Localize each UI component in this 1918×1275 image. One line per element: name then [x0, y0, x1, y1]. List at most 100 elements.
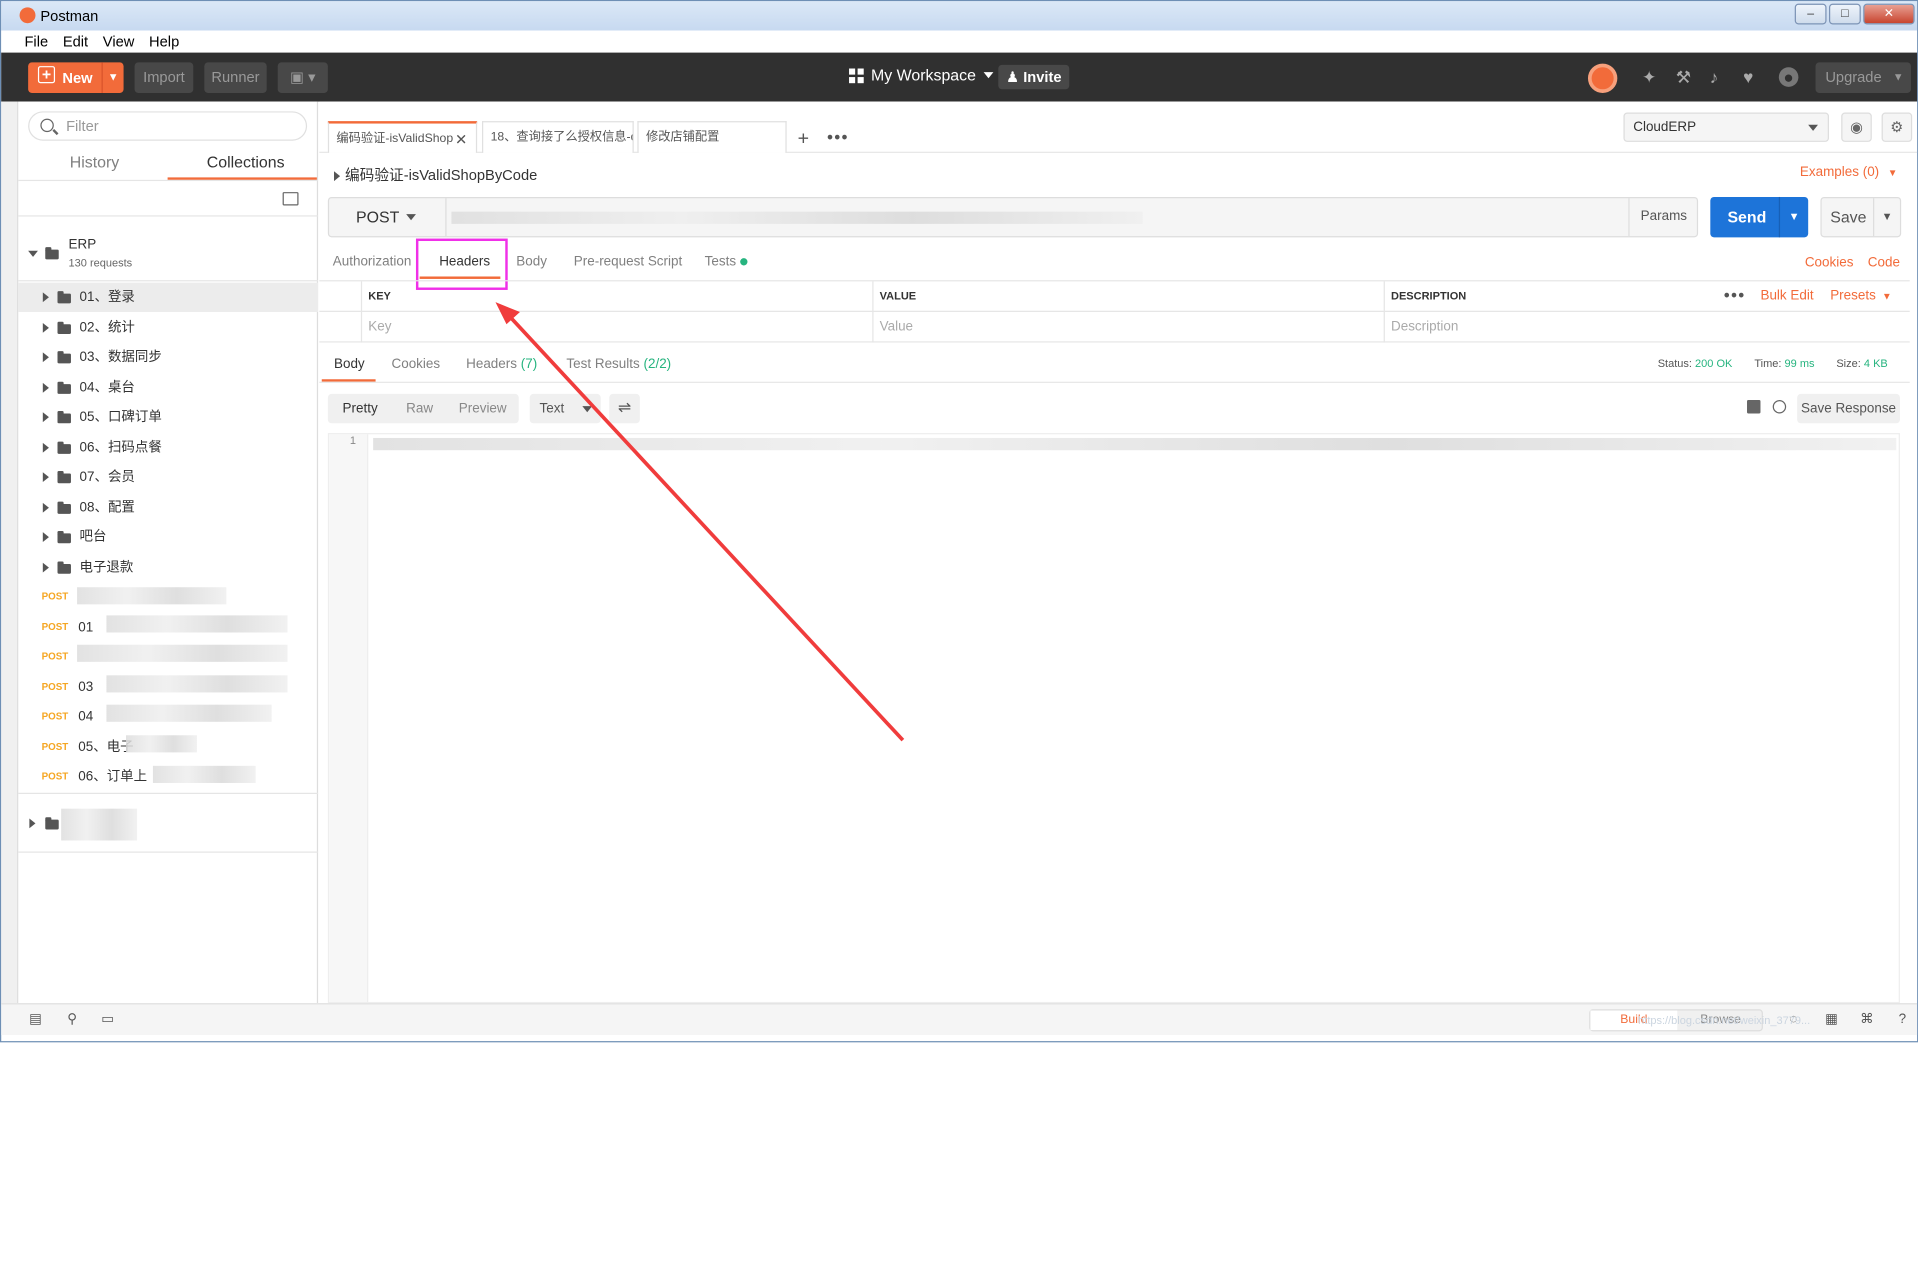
- redacted-response-body: [373, 437, 1897, 451]
- sync-status-icon[interactable]: [1587, 63, 1618, 93]
- menu-edit[interactable]: Edit: [63, 31, 88, 53]
- value-input[interactable]: Value: [872, 311, 1383, 343]
- examples-dropdown[interactable]: Examples (0) ▼: [1800, 165, 1898, 180]
- new-collection-icon[interactable]: [282, 192, 299, 206]
- search-icon[interactable]: [1772, 400, 1787, 414]
- request-name[interactable]: 编码验证-isValidShopByCode: [333, 164, 537, 185]
- url-input[interactable]: [451, 211, 1143, 224]
- send-dropdown-caret-icon[interactable]: ▼: [1778, 196, 1808, 238]
- request-tab[interactable]: 18、查询接了么授权信息-qu: [482, 121, 634, 153]
- folder-item[interactable]: 02、统计: [18, 313, 318, 342]
- format-raw[interactable]: Raw: [406, 394, 433, 423]
- response-editor[interactable]: 1: [327, 433, 1900, 1004]
- code-link[interactable]: Code: [1868, 256, 1900, 271]
- two-pane-view-icon[interactable]: ▦: [1823, 1012, 1840, 1028]
- tab-authorization[interactable]: Authorization: [333, 254, 412, 269]
- response-time: Time: 99 ms: [1754, 357, 1815, 370]
- heart-icon[interactable]: ♥: [1738, 67, 1758, 87]
- description-input[interactable]: Description: [1383, 311, 1910, 343]
- find-icon[interactable]: ⚲: [64, 1012, 81, 1028]
- presets-dropdown[interactable]: Presets ▼: [1830, 281, 1891, 312]
- satellite-icon[interactable]: ✦: [1639, 67, 1659, 87]
- environment-select[interactable]: CloudERP: [1623, 112, 1829, 142]
- new-window-button[interactable]: ▣ ▾: [277, 62, 328, 93]
- save-response-button[interactable]: Save Response: [1797, 393, 1900, 424]
- folder-icon: [57, 411, 71, 424]
- avatar[interactable]: ●: [1778, 67, 1799, 87]
- folder-item[interactable]: 05、口碑订单: [18, 402, 318, 431]
- folder-item[interactable]: 06、扫码点餐: [18, 433, 318, 462]
- text-format-select[interactable]: Text: [529, 393, 601, 424]
- send-button[interactable]: Send ▼: [1710, 196, 1809, 238]
- maximize-button[interactable]: □: [1828, 3, 1861, 25]
- params-button[interactable]: Params: [1628, 198, 1698, 237]
- filter-input[interactable]: Filter: [28, 111, 308, 141]
- close-button[interactable]: ✕: [1863, 3, 1915, 25]
- console-icon[interactable]: ▭: [99, 1012, 116, 1028]
- bulk-edit-link[interactable]: Bulk Edit: [1760, 281, 1813, 312]
- response-tab-headers[interactable]: Headers (7): [466, 357, 537, 372]
- folder-icon: [45, 817, 59, 830]
- folder-item[interactable]: 03、数据同步: [18, 343, 318, 372]
- tab-tests[interactable]: Tests: [705, 254, 748, 269]
- close-icon[interactable]: ✕: [455, 124, 467, 153]
- response-tab-cookies[interactable]: Cookies: [391, 357, 440, 372]
- tab-pre-request-script[interactable]: Pre-request Script: [574, 254, 682, 269]
- title-bar: Postman – □ ✕: [1, 1, 1918, 31]
- method-select[interactable]: POST: [329, 198, 447, 237]
- folder-item[interactable]: 04、桌台: [18, 373, 318, 402]
- tab-body[interactable]: Body: [516, 254, 547, 269]
- keyboard-shortcuts-icon[interactable]: ⌘: [1858, 1012, 1875, 1028]
- upgrade-button[interactable]: Upgrade ▼: [1815, 62, 1911, 93]
- more-options-icon[interactable]: •••: [1724, 281, 1746, 308]
- menu-file[interactable]: File: [24, 31, 48, 53]
- sidebar: Filter History Collections ERP 130 reque…: [18, 101, 319, 1004]
- tab-collections[interactable]: Collections: [207, 153, 285, 171]
- collection-erp[interactable]: ERP 130 requests: [18, 228, 318, 282]
- search-icon: [40, 118, 54, 133]
- save-dropdown-caret-icon[interactable]: ▼: [1873, 198, 1900, 237]
- folder-item[interactable]: 吧台: [18, 522, 318, 551]
- row-checkbox[interactable]: [319, 312, 361, 343]
- request-tab[interactable]: 编码验证-isValidShop ✕: [327, 121, 478, 153]
- menu-help[interactable]: Help: [149, 31, 179, 53]
- more-tabs-icon[interactable]: •••: [827, 127, 849, 147]
- cookies-link[interactable]: Cookies: [1805, 256, 1854, 271]
- save-button[interactable]: Save ▼: [1820, 196, 1902, 238]
- headers-table: KEY VALUE DESCRIPTION ••• Bulk Edit Pres…: [319, 280, 1910, 343]
- menu-view[interactable]: View: [103, 31, 135, 53]
- chevron-down-icon[interactable]: [28, 250, 38, 257]
- folder-item[interactable]: 08、配置: [18, 493, 318, 522]
- column-key: KEY: [360, 281, 872, 312]
- folder-item[interactable]: 电子退款: [18, 553, 318, 582]
- bell-icon[interactable]: ♪: [1704, 67, 1724, 87]
- minimize-button[interactable]: –: [1794, 3, 1827, 25]
- folder-item[interactable]: 07、会员: [18, 462, 318, 491]
- add-tab-icon[interactable]: +: [798, 128, 809, 150]
- format-pretty[interactable]: Pretty: [343, 394, 378, 423]
- wrap-lines-button[interactable]: ⇌: [609, 393, 640, 424]
- new-button[interactable]: + New ▼: [28, 62, 124, 93]
- help-icon[interactable]: ?: [1894, 1012, 1911, 1028]
- response-tab-test-results[interactable]: Test Results (2/2): [566, 357, 671, 372]
- folder-icon: [45, 247, 59, 260]
- tab-history[interactable]: History: [70, 153, 119, 171]
- new-dropdown-caret-icon[interactable]: ▼: [101, 62, 124, 93]
- folder-item[interactable]: 01、登录: [18, 282, 319, 312]
- divider: [18, 179, 319, 182]
- invite-button[interactable]: ♟ Invite: [998, 64, 1070, 90]
- request-tab[interactable]: 修改店铺配置: [637, 121, 787, 153]
- environment-quicklook-button[interactable]: ◉: [1841, 112, 1872, 142]
- format-preview[interactable]: Preview: [459, 394, 507, 423]
- wrench-icon[interactable]: ⚒: [1674, 67, 1694, 87]
- runner-button[interactable]: Runner: [204, 62, 267, 93]
- key-input[interactable]: Key: [360, 311, 872, 343]
- workspace-selector[interactable]: My Workspace: [849, 66, 994, 84]
- folder-icon: [57, 501, 71, 514]
- copy-icon[interactable]: [1747, 400, 1761, 414]
- manage-environments-button[interactable]: ⚙: [1881, 112, 1913, 142]
- toggle-sidebar-icon[interactable]: ▤: [27, 1012, 44, 1028]
- import-button[interactable]: Import: [134, 62, 194, 93]
- response-tab-body[interactable]: Body: [334, 357, 365, 372]
- window-title: Postman: [40, 7, 99, 25]
